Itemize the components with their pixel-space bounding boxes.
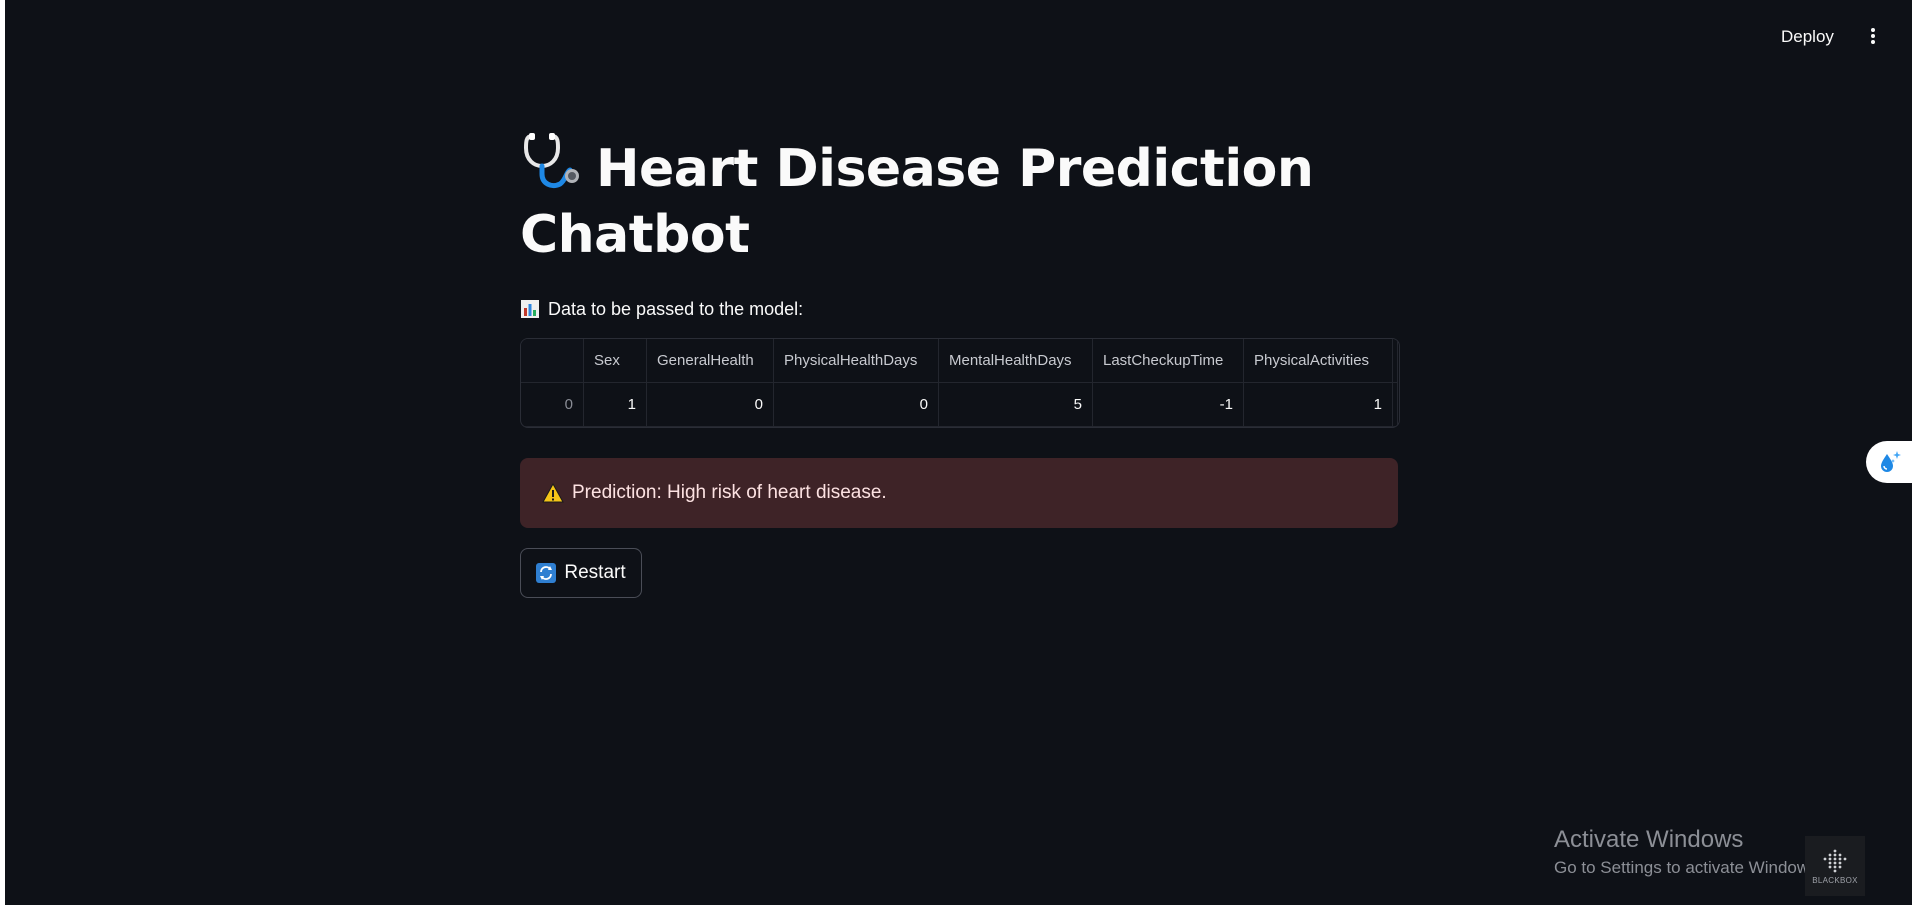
kebab-menu-icon[interactable]: [1867, 28, 1879, 48]
column-header[interactable]: GeneralHealth: [646, 339, 774, 383]
blackbox-logo[interactable]: BLACKBOX: [1805, 836, 1865, 896]
table-cell[interactable]: 0: [773, 382, 939, 427]
blackbox-logo-icon: [1823, 849, 1847, 872]
table-row: 0 1 0 0 5 -1 1: [521, 382, 1398, 427]
window-right-edge: [1912, 0, 1920, 908]
title-line-1: Heart Disease Prediction: [596, 139, 1314, 199]
column-header[interactable]: PhysicalHealthDays: [773, 339, 939, 383]
table-cell-overflow: [1392, 382, 1398, 427]
watermark-subtitle: Go to Settings to activate Windows.: [1554, 858, 1823, 877]
column-header[interactable]: PhysicalActivities: [1243, 339, 1393, 383]
table-cell[interactable]: 1: [583, 382, 647, 427]
index-header: [521, 339, 584, 383]
windows-activation-watermark: Activate Windows Go to Settings to activ…: [1554, 826, 1822, 880]
data-heading: Data to be passed to the model:: [520, 296, 1400, 322]
table-header-row: Sex GeneralHealth PhysicalHealthDays Men…: [521, 339, 1398, 383]
main-content: Heart Disease Prediction Chatbot Data to…: [520, 130, 1400, 598]
restart-label: Restart: [564, 562, 626, 583]
bar-chart-icon: [521, 300, 539, 318]
restart-button[interactable]: Restart: [520, 548, 642, 598]
stethoscope-icon: [523, 133, 579, 189]
data-heading-text: Data to be passed to the model:: [548, 298, 804, 319]
deploy-button[interactable]: Deploy: [1781, 24, 1834, 50]
table-cell[interactable]: 5: [938, 382, 1093, 427]
warning-icon: [542, 483, 564, 503]
column-header[interactable]: LastCheckupTime: [1092, 339, 1244, 383]
app-header: Deploy: [5, 0, 1912, 74]
floating-assistant-button[interactable]: [1866, 441, 1912, 483]
table-cell[interactable]: -1: [1092, 382, 1244, 427]
title-line-2: Chatbot: [520, 205, 750, 265]
table-cell[interactable]: 0: [646, 382, 774, 427]
row-index: 0: [521, 382, 584, 427]
alert-text: Prediction: High risk of heart disease.: [572, 482, 887, 503]
column-header[interactable]: Sex: [583, 339, 647, 383]
logo-text: BLACKBOX: [1812, 875, 1858, 885]
data-table[interactable]: Sex GeneralHealth PhysicalHealthDays Men…: [520, 338, 1400, 428]
refresh-icon: [536, 563, 557, 583]
column-header-overflow: [1392, 339, 1398, 383]
watermark-title: Activate Windows: [1554, 826, 1744, 853]
prediction-alert: Prediction: High risk of heart disease.: [520, 458, 1398, 528]
table-cell[interactable]: 1: [1243, 382, 1393, 427]
page-title: Heart Disease Prediction Chatbot: [520, 130, 1400, 268]
column-header[interactable]: MentalHealthDays: [938, 339, 1093, 383]
water-drop-sparkle-icon: [1881, 451, 1901, 472]
window-left-edge: [0, 0, 5, 908]
